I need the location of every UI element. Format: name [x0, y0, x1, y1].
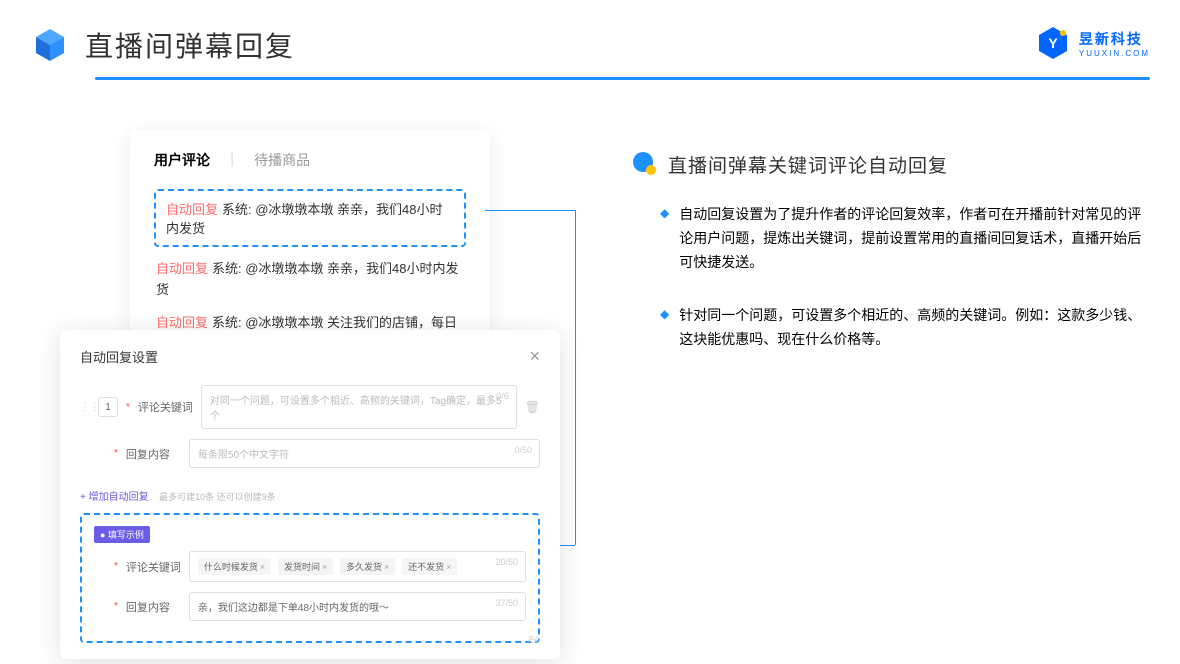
modal-title: 自动回复设置: [80, 347, 158, 366]
required-star: *: [114, 448, 118, 459]
section-header: 直播间弹幕关键词评论自动回复: [630, 150, 1150, 178]
keyword-input[interactable]: 对同一个问题，可设置多个相近、高频的关键词，Tag确定，最多5个: [201, 385, 517, 429]
tag-chip: 发货时间×: [278, 558, 333, 575]
brand-name: 昱新科技: [1079, 29, 1150, 49]
auto-reply-settings-modal: 自动回复设置 × ⋮⋮ 1 * 评论关键词 对同一个问题，可设置多个相近、高频的…: [60, 330, 560, 659]
bullet-item-1: ◆ 自动回复设置为了提升作者的评论回复效率，作者可在开播前针对常见的评论用户问题…: [630, 203, 1150, 274]
tab-divider: |: [230, 150, 234, 174]
keyword-counter: 0/6: [496, 391, 509, 401]
example-content-row: * 回复内容 亲，我们这边都是下单48小时内发货的哦～ 37/50: [94, 592, 526, 621]
close-icon[interactable]: ×: [529, 346, 540, 367]
required-star: *: [126, 402, 130, 413]
form-row-content: * 回复内容 每条限50个中文字符 0/50: [80, 439, 540, 468]
form-row-keyword: ⋮⋮ 1 * 评论关键词 对同一个问题，可设置多个相近、高频的关键词，Tag确定…: [80, 385, 540, 429]
tab-user-comments[interactable]: 用户评论: [154, 150, 210, 174]
diamond-bullet-icon: ◆: [660, 206, 669, 274]
ex-keyword-input[interactable]: 什么时候发货× 发货时间× 多久发货× 还不发货×: [189, 551, 526, 582]
add-hint: 最多可建10条 还可以创建9条: [159, 492, 276, 502]
right-panel: 直播间弹幕关键词评论自动回复 ◆ 自动回复设置为了提升作者的评论回复效率，作者可…: [630, 130, 1150, 386]
tag-chip: 多久发货×: [340, 558, 395, 575]
ex-keyword-counter: 20/50: [495, 557, 518, 567]
connector-line: [575, 210, 576, 545]
chat-bubble-icon: [630, 150, 658, 178]
ex-content-input[interactable]: 亲，我们这边都是下单48小时内发货的哦～: [189, 592, 526, 621]
bullet-text: 自动回复设置为了提升作者的评论回复效率，作者可在开播前针对常见的评论用户问题，提…: [679, 203, 1150, 274]
diamond-bullet-icon: ◆: [660, 307, 669, 352]
example-keyword-row: * 评论关键词 什么时候发货× 发货时间× 多久发货× 还不发货× 20/50: [94, 551, 526, 582]
page-title: 直播间弹幕回复: [85, 25, 295, 65]
content-counter: 0/50: [514, 445, 532, 455]
cube-icon: [30, 25, 70, 65]
brand-logo: Y 昱新科技 YUUXIN.COM: [1035, 25, 1150, 61]
highlighted-comment: 自动回复系统: @冰墩墩本墩 亲亲，我们48小时内发货: [154, 189, 466, 247]
auto-reply-tag: 自动回复: [166, 202, 218, 217]
example-box: ● 填写示例 * 评论关键词 什么时候发货× 发货时间× 多久发货× 还不发货×…: [80, 513, 540, 643]
bottom-counter: /50: [527, 635, 540, 645]
keyword-label: 评论关键词: [138, 399, 193, 415]
tab-pending-products[interactable]: 待播商品: [254, 150, 310, 174]
tabs: 用户评论 | 待播商品: [154, 150, 466, 174]
bullet-item-2: ◆ 针对同一个问题，可设置多个相近的、高频的关键词。例如：这款多少钱、这块能优惠…: [630, 304, 1150, 352]
row-number: 1: [98, 397, 118, 417]
brand-url: YUUXIN.COM: [1079, 49, 1150, 58]
required-star: *: [114, 561, 118, 572]
drag-handle-icon[interactable]: ⋮⋮: [80, 402, 90, 413]
section-title: 直播间弹幕关键词评论自动回复: [668, 151, 948, 178]
add-auto-reply-link[interactable]: + 增加自动回复: [80, 488, 149, 503]
bullet-text: 针对同一个问题，可设置多个相近的、高频的关键词。例如：这款多少钱、这块能优惠吗、…: [679, 304, 1150, 352]
ex-keyword-label: 评论关键词: [126, 559, 181, 575]
auto-reply-tag: 自动回复: [156, 315, 208, 330]
trash-icon[interactable]: 🗑: [525, 400, 540, 414]
brand-icon: Y: [1035, 25, 1071, 61]
required-star: *: [114, 601, 118, 612]
tag-chip: 还不发货×: [402, 558, 457, 575]
content-input[interactable]: 每条限50个中文字符: [189, 439, 540, 468]
comment-line-2: 自动回复系统: @冰墩墩本墩 亲亲，我们48小时内发货: [154, 259, 466, 301]
example-badge: ● 填写示例: [94, 526, 150, 543]
ex-content-label: 回复内容: [126, 599, 181, 615]
content-label: 回复内容: [126, 446, 181, 462]
ex-content-counter: 37/50: [495, 598, 518, 608]
left-panel: 用户评论 | 待播商品 自动回复系统: @冰墩墩本墩 亲亲，我们48小时内发货 …: [60, 130, 570, 386]
tag-chip: 什么时候发货×: [198, 558, 271, 575]
page-header: 直播间弹幕回复: [0, 0, 1180, 65]
auto-reply-tag: 自动回复: [156, 261, 208, 276]
connector-line: [485, 210, 575, 211]
svg-text:Y: Y: [1048, 35, 1058, 51]
